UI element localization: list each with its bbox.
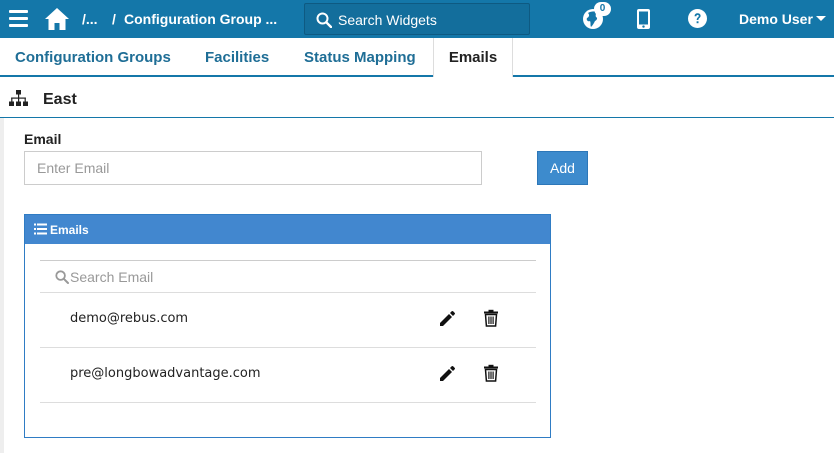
widget-search-box[interactable]: Search Widgets: [304, 3, 530, 35]
help-icon[interactable]: [688, 9, 707, 28]
emails-panel: Emails demo@rebus.com pre@longbowadvanta…: [24, 214, 551, 438]
breadcrumb-separator: /: [112, 11, 116, 27]
trash-icon[interactable]: [482, 309, 500, 327]
org-chart-icon: [9, 90, 28, 106]
pencil-icon[interactable]: [438, 310, 456, 328]
trash-icon[interactable]: [482, 364, 500, 382]
tab-status-mapping[interactable]: Status Mapping: [304, 38, 416, 75]
mobile-icon[interactable]: [636, 8, 651, 30]
email-address: demo@rebus.com: [70, 311, 189, 326]
search-icon: [55, 270, 69, 284]
breadcrumb-ellipsis[interactable]: /...: [82, 11, 98, 27]
home-icon[interactable]: [44, 7, 70, 31]
email-input[interactable]: [24, 151, 482, 185]
email-search-input[interactable]: [70, 266, 470, 288]
breadcrumb-current[interactable]: Configuration Group ...: [124, 11, 277, 27]
tab-emails[interactable]: Emails: [433, 38, 513, 77]
pencil-icon[interactable]: [438, 365, 456, 383]
email-label: Email: [24, 131, 62, 147]
widget-search-placeholder: Search Widgets: [338, 12, 437, 28]
email-row: demo@rebus.com: [40, 293, 536, 348]
top-navbar: /... / Configuration Group ... Search Wi…: [0, 0, 834, 38]
caret-down-icon[interactable]: [816, 16, 826, 21]
notification-badge: 0: [594, 2, 611, 16]
add-email-button[interactable]: Add: [537, 151, 588, 185]
search-icon: [316, 12, 332, 28]
group-title: East: [43, 91, 77, 108]
left-edge: [0, 118, 4, 453]
user-menu[interactable]: Demo User: [739, 11, 813, 27]
emails-panel-title: Emails: [50, 223, 89, 237]
emails-panel-header: Emails: [25, 215, 550, 244]
email-search-box: [40, 260, 536, 293]
email-address: pre@longbowadvantage.com: [70, 366, 261, 381]
list-icon: [34, 223, 47, 235]
tab-facilities[interactable]: Facilities: [205, 38, 269, 75]
hamburger-menu-icon[interactable]: [9, 10, 28, 27]
tab-bar: Configuration Groups Facilities Status M…: [0, 38, 834, 77]
tab-configuration-groups[interactable]: Configuration Groups: [15, 38, 171, 75]
group-header: East: [0, 80, 834, 118]
email-row: pre@longbowadvantage.com: [40, 348, 536, 403]
